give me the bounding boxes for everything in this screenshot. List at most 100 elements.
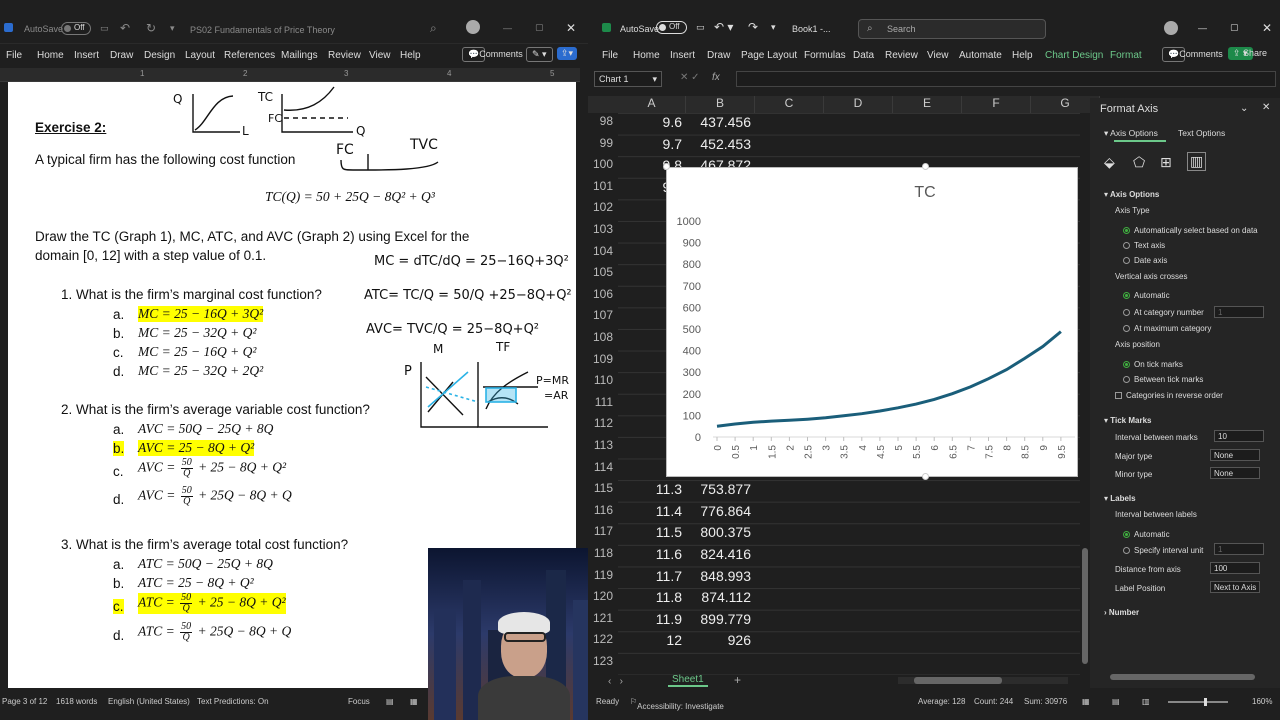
language[interactable]: English (United States) xyxy=(108,697,190,706)
customize-icon[interactable]: ▾ xyxy=(170,23,175,34)
excel-undo-icon[interactable]: ↶ ▾ xyxy=(714,20,733,34)
tab-axis-options[interactable]: ▾ Axis Options xyxy=(1104,128,1158,139)
zoom-level[interactable]: 160% xyxy=(1252,697,1272,706)
vcross-category-input[interactable]: 1 xyxy=(1214,306,1264,318)
distance-input[interactable]: 100 xyxy=(1210,562,1260,574)
cell-b[interactable]: 437.456 xyxy=(686,114,755,136)
cell-b[interactable]: 848.993 xyxy=(686,568,755,590)
add-sheet-icon[interactable]: + xyxy=(734,673,741,687)
minimize-icon[interactable]: — xyxy=(503,23,512,33)
restore-icon[interactable]: ▢ xyxy=(535,22,544,33)
fx-icon[interactable]: fx xyxy=(712,72,720,83)
row-header[interactable]: 123 xyxy=(588,654,617,676)
cell-a[interactable]: 11.6 xyxy=(618,546,686,568)
comments-button[interactable]: 💬 Comments xyxy=(462,47,523,62)
vcross-max[interactable]: At maximum category xyxy=(1123,324,1211,333)
row-header[interactable]: 111 xyxy=(588,395,617,417)
cell-b[interactable]: 452.453 xyxy=(686,136,755,158)
cell-a[interactable]: 12 xyxy=(618,632,686,654)
cell-b[interactable] xyxy=(686,654,755,676)
size-properties-icon[interactable]: ⊞ xyxy=(1160,154,1172,171)
tab-text-options[interactable]: Text Options xyxy=(1178,128,1225,138)
row-header[interactable]: 120 xyxy=(588,589,617,611)
x-menu-pagelayout[interactable]: Page Layout xyxy=(741,50,797,61)
row-header[interactable]: 101 xyxy=(588,179,617,201)
normal-view-icon[interactable]: ▦ xyxy=(1082,697,1090,706)
sheet-prev-icon[interactable]: ‹ › xyxy=(608,676,623,687)
row-header[interactable]: 104 xyxy=(588,244,617,266)
chart-handle-bottom[interactable] xyxy=(922,473,929,480)
row-header[interactable]: 114 xyxy=(588,460,617,482)
axis-type-text[interactable]: Text axis xyxy=(1123,241,1165,250)
excel-redo-icon[interactable]: ↷ xyxy=(748,20,758,34)
cell-a[interactable]: 11.4 xyxy=(618,503,686,525)
sheet-tab-sheet1[interactable]: Sheet1 xyxy=(668,674,708,687)
chart-handle-top[interactable] xyxy=(922,163,929,170)
select-all-corner[interactable] xyxy=(588,96,618,113)
x-menu-view[interactable]: View xyxy=(927,50,949,61)
row-header[interactable]: 110 xyxy=(588,373,617,395)
cell-a[interactable]: 9.6 xyxy=(618,114,686,136)
menu-review[interactable]: Review xyxy=(328,50,361,61)
cell-a[interactable]: 9.7 xyxy=(618,136,686,158)
cell-a[interactable]: 11.8 xyxy=(618,589,686,611)
read-mode-icon[interactable]: ▤ xyxy=(386,697,394,706)
format-pane-collapse-icon[interactable]: ⌄ xyxy=(1240,103,1248,114)
excel-customize-icon[interactable]: ▾ xyxy=(771,22,776,33)
row-header[interactable]: 118 xyxy=(588,546,617,568)
row-header[interactable]: 105 xyxy=(588,265,617,287)
menu-view[interactable]: View xyxy=(369,50,391,61)
h-scrollbar[interactable] xyxy=(898,677,1068,684)
menu-insert[interactable]: Insert xyxy=(74,50,99,61)
x-menu-format[interactable]: Format xyxy=(1110,50,1142,61)
format-pane-close-icon[interactable]: ✕ xyxy=(1262,102,1270,113)
sec-number[interactable]: › Number xyxy=(1104,608,1139,617)
cell-b[interactable]: 874.112 xyxy=(686,589,755,611)
accessibility-status[interactable]: ⚐ Accessibility: Investigate xyxy=(630,697,724,711)
row-header[interactable]: 117 xyxy=(588,524,617,546)
x-menu-help[interactable]: Help xyxy=(1012,50,1033,61)
menu-help[interactable]: Help xyxy=(400,50,421,61)
row-header[interactable]: 100 xyxy=(588,157,617,179)
excel-avatar[interactable] xyxy=(1164,21,1178,35)
row-header[interactable]: 121 xyxy=(588,611,617,633)
close-icon[interactable]: ✕ xyxy=(566,21,576,35)
cell-a[interactable] xyxy=(618,654,686,676)
cell-a[interactable]: 11.5 xyxy=(618,524,686,546)
formula-cancel-icon[interactable]: ✕ ✓ xyxy=(680,72,700,83)
menu-layout[interactable]: Layout xyxy=(185,50,215,61)
axis-type-date[interactable]: Date axis xyxy=(1123,256,1167,265)
row-header[interactable]: 98 xyxy=(588,114,617,136)
v-scrollbar[interactable] xyxy=(1082,548,1088,664)
text-predictions[interactable]: Text Predictions: On xyxy=(197,697,269,706)
menu-home[interactable]: Home xyxy=(37,50,64,61)
menu-file[interactable]: File xyxy=(6,50,22,61)
x-menu-review[interactable]: Review xyxy=(885,50,918,61)
row-header[interactable]: 113 xyxy=(588,438,617,460)
minor-type-select[interactable]: None xyxy=(1210,467,1260,479)
cell-a[interactable]: 11.9 xyxy=(618,611,686,633)
column-header-b[interactable]: B xyxy=(686,96,755,113)
effects-icon[interactable]: ⬠ xyxy=(1133,154,1145,171)
x-menu-formulas[interactable]: Formulas xyxy=(804,50,846,61)
undo-icon[interactable]: ↶ xyxy=(120,21,130,35)
x-share-button[interactable]: ⇪ Share ▾ xyxy=(1228,47,1267,60)
column-header-e[interactable]: E xyxy=(893,96,962,113)
excel-minimize-icon[interactable]: — xyxy=(1198,23,1207,33)
share-icon[interactable]: ⇪▾ xyxy=(557,47,578,60)
sec-labels[interactable]: ▾ Labels xyxy=(1104,494,1136,503)
formula-bar[interactable] xyxy=(736,71,1276,87)
row-header[interactable]: 116 xyxy=(588,503,617,525)
chart-handle-left[interactable] xyxy=(663,163,670,170)
column-header-a[interactable]: A xyxy=(618,96,686,113)
row-header[interactable]: 119 xyxy=(588,568,617,590)
label-position-select[interactable]: Next to Axis xyxy=(1210,581,1260,593)
column-header-c[interactable]: C xyxy=(755,96,824,113)
excel-close-icon[interactable]: ✕ xyxy=(1262,21,1272,35)
vcross-category[interactable]: At category number xyxy=(1123,308,1204,317)
zoom-slider[interactable] xyxy=(1168,698,1228,706)
cell-b[interactable]: 776.864 xyxy=(686,503,755,525)
interval-marks-input[interactable]: 10 xyxy=(1214,430,1264,442)
cell-a[interactable]: 11.3 xyxy=(618,481,686,503)
x-comments-button[interactable]: 💬 Comments xyxy=(1162,47,1223,62)
